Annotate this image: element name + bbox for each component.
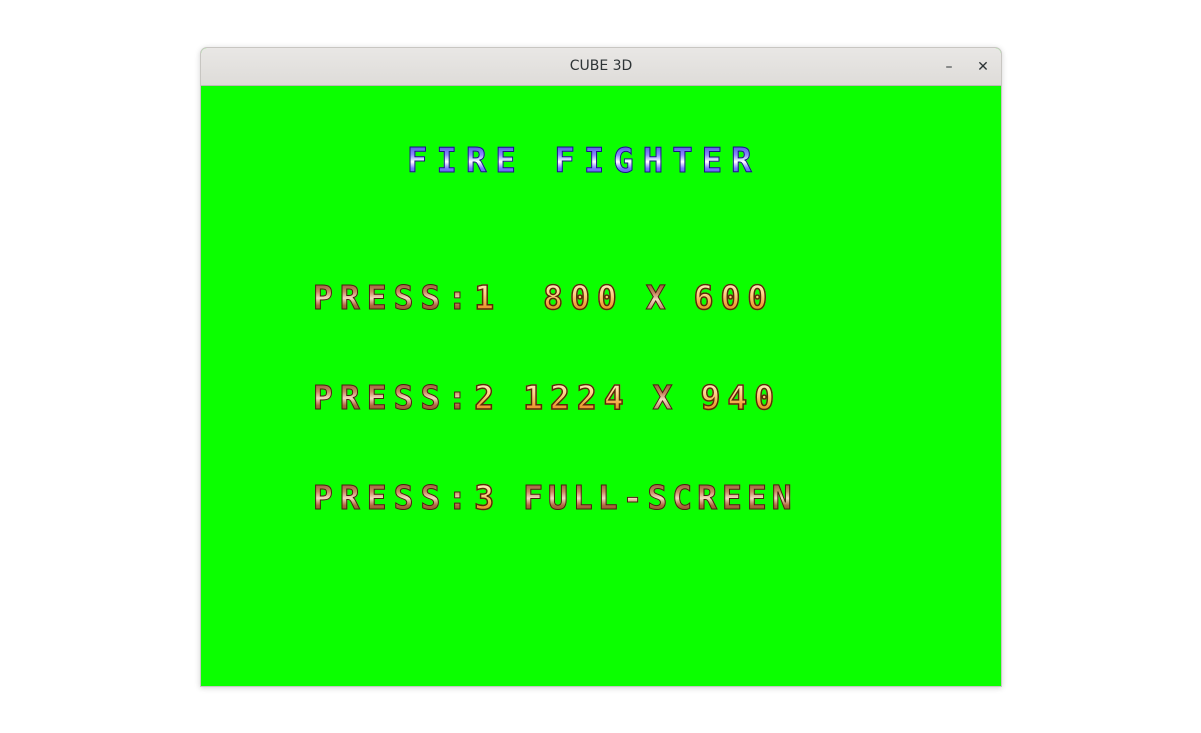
option-key: 3 — [473, 477, 502, 518]
game-canvas[interactable]: FIRE FIGHTER PRESS: 1 800 X 600 PRESS: 2… — [201, 86, 1001, 686]
option-1224x940[interactable]: PRESS: 2 1224 X 940 — [312, 377, 782, 418]
resolution-height: 940 — [700, 377, 782, 418]
resolution-width: 800 — [542, 277, 624, 318]
option-fullscreen[interactable]: PRESS: 3 FULL-SCREEN — [312, 477, 797, 518]
press-label: PRESS: — [312, 478, 475, 518]
option-800x600[interactable]: PRESS: 1 800 X 600 — [312, 277, 775, 318]
app-window: CUBE 3D – ✕ FIRE FIGHTER PRESS: 1 800 X … — [200, 47, 1002, 687]
option-key: 2 — [473, 377, 502, 418]
resolution-separator: X — [652, 378, 679, 418]
resolution-separator: X — [645, 278, 672, 318]
window-title: CUBE 3D — [569, 58, 633, 74]
close-button[interactable]: ✕ — [973, 57, 993, 77]
resolution-height: 600 — [693, 277, 775, 318]
title-bar[interactable]: CUBE 3D – ✕ — [201, 48, 1001, 86]
press-label: PRESS: — [312, 378, 475, 418]
option-key: 1 — [473, 277, 502, 318]
press-label: PRESS: — [312, 278, 475, 318]
resolution-width: 1224 — [522, 377, 631, 418]
minimize-button[interactable]: – — [939, 57, 959, 77]
game-title: FIRE FIGHTER — [407, 141, 761, 182]
fullscreen-label: FULL-SCREEN — [523, 478, 797, 518]
